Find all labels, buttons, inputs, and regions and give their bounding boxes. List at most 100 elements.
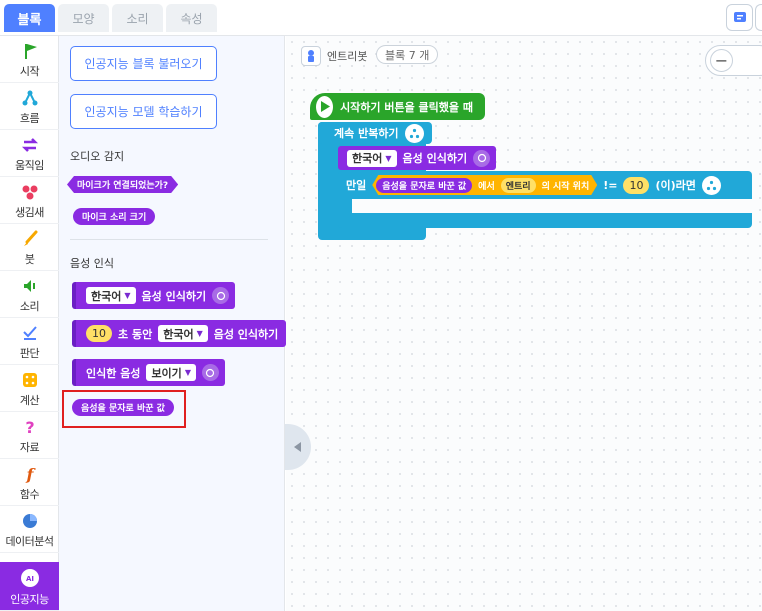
speaker-icon [23,280,35,292]
category-sidebar: 시작 흐름 움직임 생김새 붓 소리 판단 계산 ? 자료 f 함수 데이터분석… [0,36,59,611]
block-recognize-speech[interactable]: 한국어 ▼ 음성 인식하기 [72,282,236,309]
ai-block-icon [212,287,230,304]
block-text: (이)라면 [655,179,696,192]
entry-string-input[interactable]: 엔트리 [501,178,536,193]
sprite-thumbnail[interactable] [301,46,321,66]
flow-icon [404,123,424,143]
category-data-analysis[interactable]: 데이터분석 [0,506,59,553]
category-label: 인공지능 [10,593,49,606]
function-icon: f [25,465,36,483]
show-hide-dropdown[interactable]: 보이기 ▼ [146,364,196,381]
block-palette: 인공지능 블록 불러오기 인공지능 모델 학습하기 오디오 감지 마이크가 연결… [59,36,286,611]
tab-properties[interactable]: 속성 [166,4,217,32]
pie-chart-icon [22,514,37,528]
category-brush[interactable]: 붓 [0,224,59,271]
zoom-control: − [705,45,762,76]
ai-block-icon [473,149,491,167]
entry-editor: 블록 모양 소리 속성 시작 흐름 움직임 생김새 붓 소리 판단 계산 ? 자… [0,0,762,611]
repeat-forever-block[interactable]: 계속 반복하기 [318,122,432,144]
dropdown-value: 한국어 [352,152,383,165]
top-tab-bar: 블록 모양 소리 속성 [0,0,762,36]
category-flow[interactable]: 흐름 [0,83,59,130]
block-text: 음성 인식하기 [213,327,279,341]
block-text: 계속 반복하기 [334,127,399,140]
category-data[interactable]: ? 자료 [0,412,59,459]
chevron-down-icon: ▼ [124,291,131,300]
move-arrows-icon [21,138,38,152]
script-workspace[interactable]: 엔트리봇 블록 7 개 − 시작하기 버튼을 클릭했을 때 계속 반복하기 한국… [286,36,762,611]
when-start-clicked-block[interactable]: 시작하기 버튼을 클릭했을 때 [310,93,485,120]
comment-button[interactable] [726,4,753,31]
compare-number-input[interactable]: 10 [623,176,650,194]
zoom-out-button[interactable]: − [710,49,733,72]
chevron-down-icon: ▼ [196,329,203,338]
block-text: 음성 인식하기 [402,152,468,165]
category-sound[interactable]: 소리 [0,271,59,318]
load-ai-blocks-button[interactable]: 인공지능 블록 불러오기 [70,46,217,81]
svg-text:?: ? [25,418,34,436]
category-label: 소리 [19,300,40,313]
tab-blocks[interactable]: 블록 [4,4,55,32]
tab-shapes[interactable]: 모양 [58,4,109,32]
play-icon [316,95,334,118]
ai-icon: AI [20,569,39,587]
category-label: 흐름 [19,112,40,125]
not-equal-operator: != [603,178,618,192]
category-move[interactable]: 움직임 [0,130,59,177]
category-label: 시작 [19,65,40,78]
category-ai[interactable]: AI 인공지능 [0,562,59,611]
category-label: 데이터분석 [5,535,54,548]
category-calc[interactable]: 계산 [0,365,59,412]
block-mic-connected[interactable]: 마이크가 연결되었는가? [67,176,178,193]
looks-icon [22,185,37,200]
chevron-down-icon: ▼ [184,368,191,377]
category-label: 함수 [19,488,40,501]
category-label: 움직임 [15,159,44,172]
comment-icon [733,11,746,22]
category-label: 계산 [19,394,40,407]
block-text: 만일 [346,179,367,192]
language-dropdown[interactable]: 한국어 ▼ [86,287,136,304]
block-text: 인식한 음성 [86,366,141,380]
recognize-speech-block[interactable]: 한국어 ▼ 음성 인식하기 [338,146,497,170]
block-count-badge: 블록 7 개 [376,45,439,64]
chevron-down-icon: ▼ [385,153,392,163]
flag-icon [24,44,37,59]
if-block[interactable]: 만일 음성을 문자로 바꾼 값 에서 엔트리 의 시작 위치 != 10 (이)… [338,172,752,198]
language-dropdown[interactable]: 한국어 ▼ [158,325,208,342]
train-ai-model-button[interactable]: 인공지능 모델 학습하기 [70,94,217,129]
robot-icon [308,50,314,62]
block-mic-volume[interactable]: 마이크 소리 크기 [73,208,156,225]
category-function[interactable]: f 함수 [0,459,59,506]
flow-icon [701,175,721,195]
highlight-box [62,390,186,428]
block-text: 시작하기 버튼을 클릭했을 때 [340,100,473,114]
svg-text:AI: AI [25,575,33,583]
block-recognize-speech-for-seconds[interactable]: 10 초 동안 한국어 ▼ 음성 인식하기 [72,320,286,347]
chevron-left-icon [294,442,301,452]
dropdown-value: 보이기 [151,366,182,380]
ai-block-icon [201,364,219,381]
dropdown-value: 한국어 [91,289,122,303]
category-label: 판단 [19,347,40,360]
dropdown-value: 한국어 [163,327,194,341]
block-text: 의 시작 위치 [541,181,590,192]
language-dropdown[interactable]: 한국어 ▼ [347,149,397,167]
flow-icon [22,90,37,106]
project-sprite-name: 엔트리봇 [327,50,368,63]
category-start[interactable]: 시작 [0,36,59,83]
condition-hex[interactable]: 음성을 문자로 바꾼 값 에서 엔트리 의 시작 위치 [372,175,597,195]
section-audio-detect: 오디오 감지 [70,150,125,163]
category-label: 붓 [24,253,35,266]
seconds-input[interactable]: 10 [86,325,112,342]
block-text: 음성 인식하기 [141,289,207,303]
if-block-mouth [352,199,752,213]
category-looks[interactable]: 생김새 [0,177,59,224]
block-show-recognized-speech[interactable]: 인식한 음성 보이기 ▼ [72,359,225,386]
block-text: 에서 [478,181,495,192]
category-label: 자료 [19,441,40,454]
toolbar-button-partial[interactable] [755,4,762,31]
speech-text-value[interactable]: 음성을 문자로 바꾼 값 [376,178,472,193]
tab-sounds[interactable]: 소리 [112,4,163,32]
category-judge[interactable]: 판단 [0,318,59,365]
